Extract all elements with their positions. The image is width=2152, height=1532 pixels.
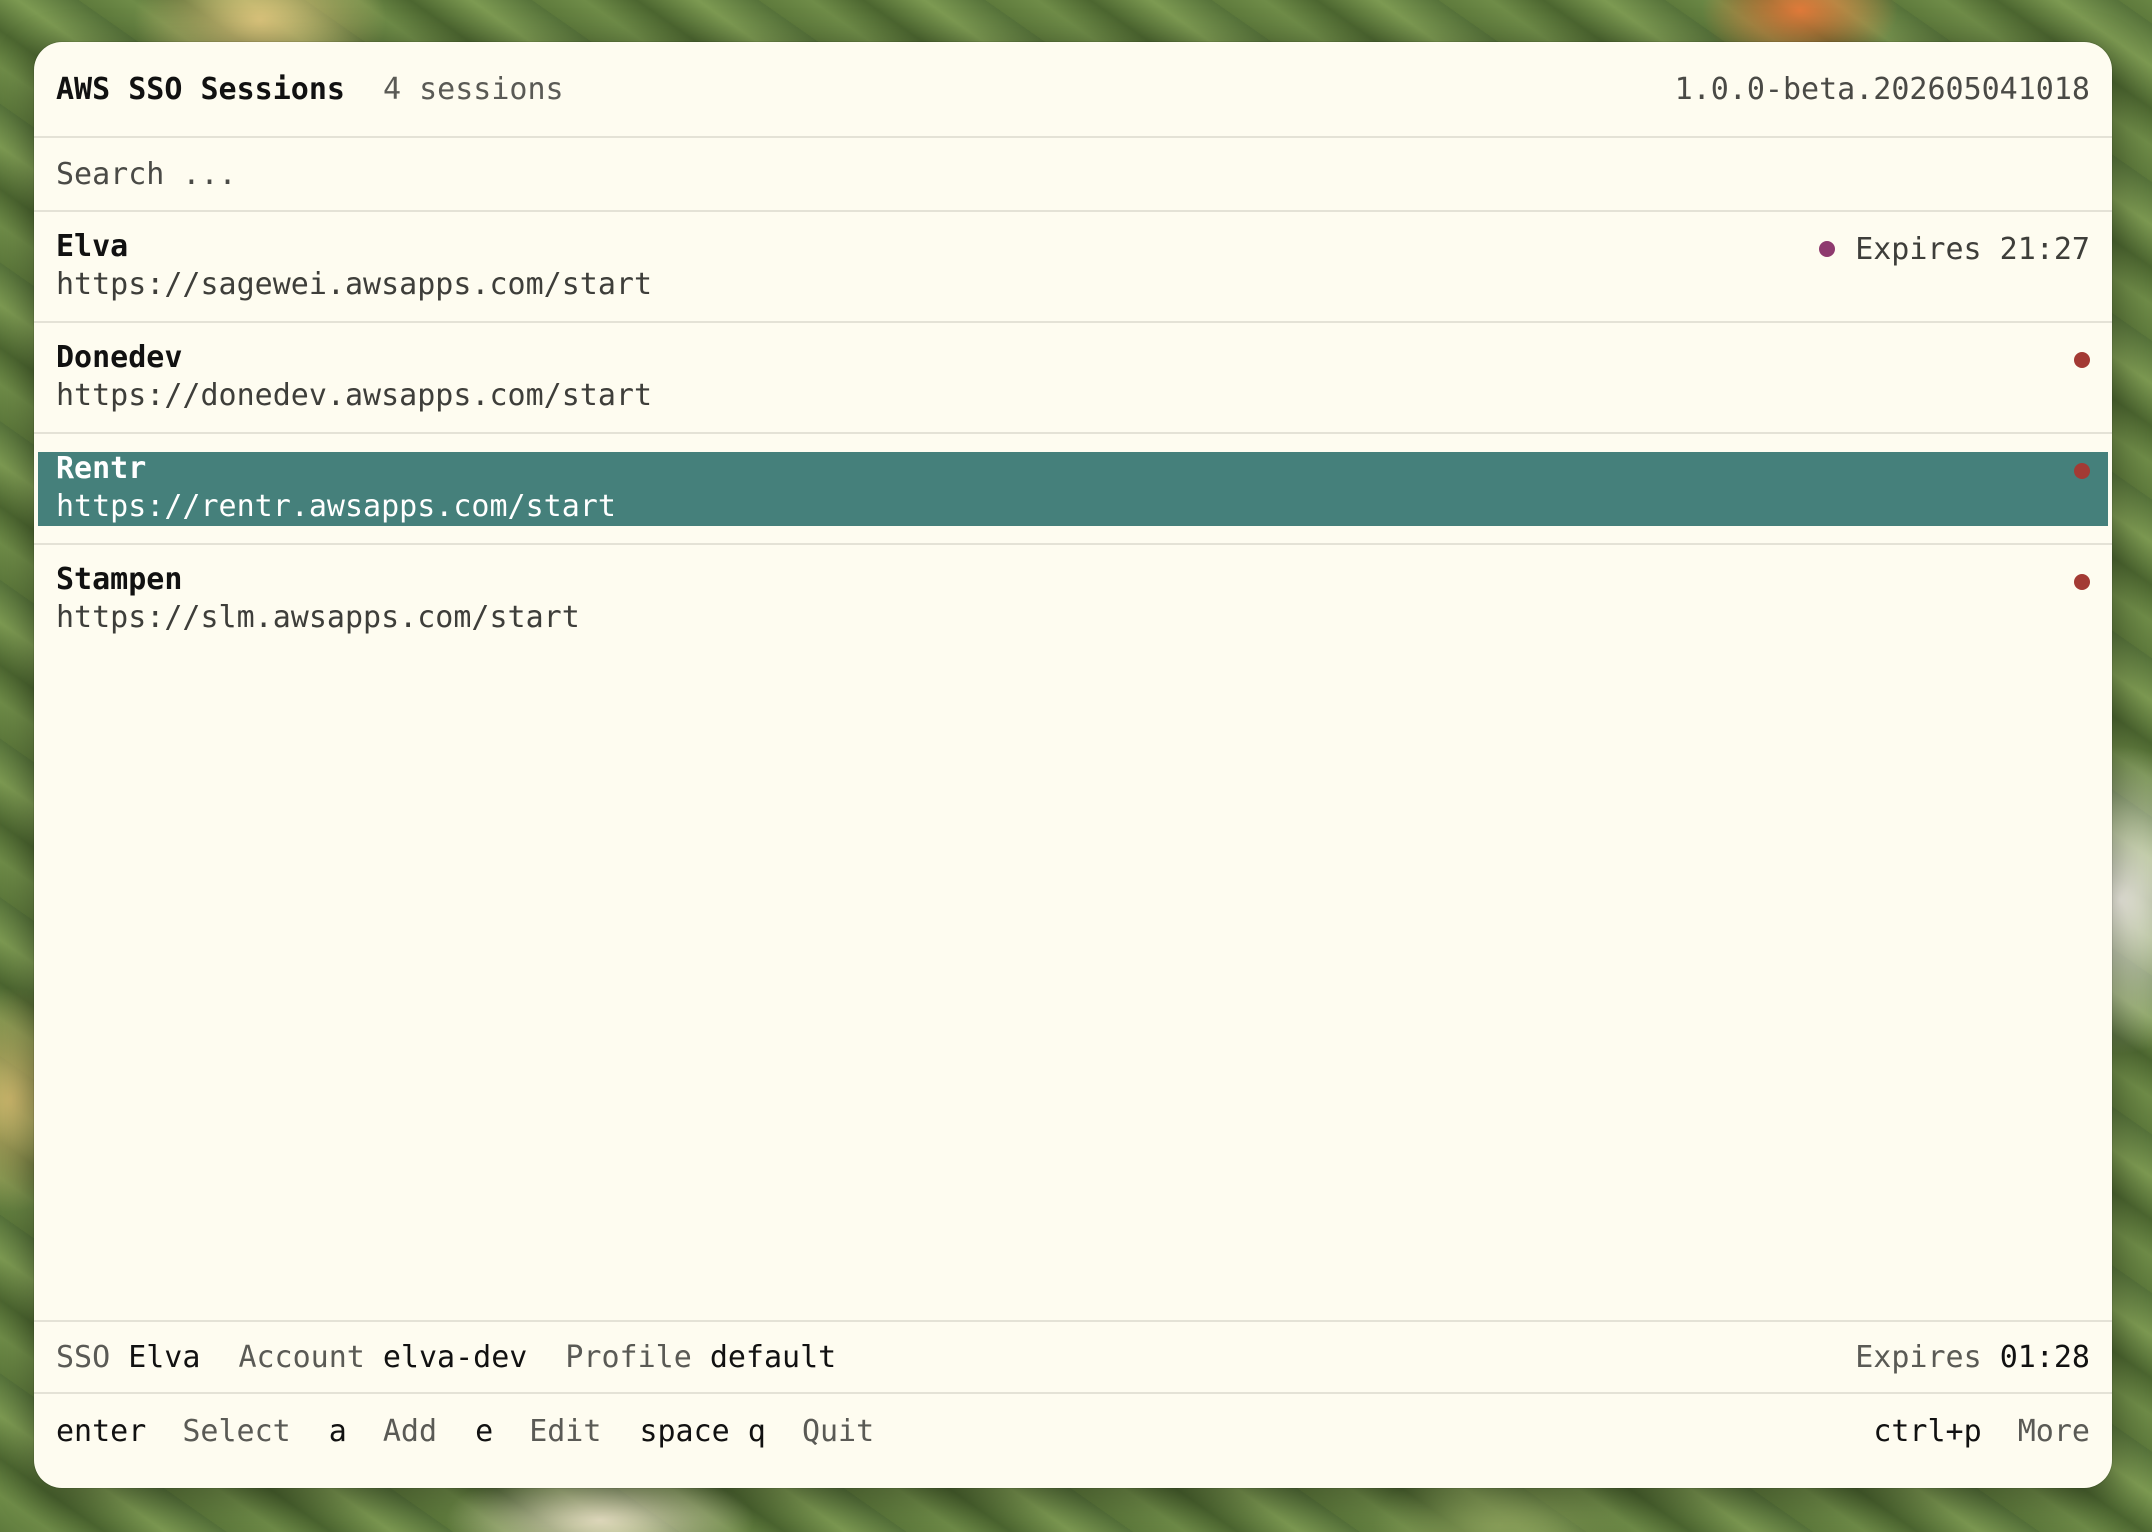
version-label: 1.0.0-beta.202605041018 — [1674, 71, 2090, 107]
shortcut-action: Edit — [529, 1413, 602, 1449]
shortcut-action: Quit — [801, 1413, 875, 1449]
search-bar — [34, 138, 2112, 212]
profile-value: default — [709, 1339, 837, 1375]
shortcut-more[interactable]: ctrl+p More — [1873, 1414, 2090, 1449]
session-name: Stampen — [56, 562, 183, 597]
app-window: AWS SSO Sessions 4 sessions 1.0.0-beta.2… — [34, 42, 2112, 1488]
shortcut-key: a — [328, 1413, 347, 1449]
session-row-content: Elva https://sagewei.awsapps.com/start E… — [38, 229, 2108, 304]
shortcut-bar: enter Select a Add e Edit space q Quit c… — [34, 1394, 2112, 1468]
session-expires: Expires 21:27 — [1855, 231, 2090, 267]
session-status: Expires 21:27 — [1819, 230, 2090, 268]
shortcut-key: space q — [639, 1413, 766, 1449]
shortcut-quit[interactable]: space q Quit — [639, 1414, 874, 1449]
shortcut-action: Add — [382, 1413, 438, 1449]
session-status — [2074, 563, 2090, 601]
session-row-content: Donedev https://donedev.awsapps.com/star… — [38, 340, 2108, 415]
shortcut-key: ctrl+p — [1873, 1413, 1982, 1449]
session-name: Donedev — [56, 340, 183, 375]
shortcut-key: enter — [56, 1413, 147, 1449]
shortcut-edit[interactable]: e Edit — [475, 1414, 601, 1449]
session-row-rentr[interactable]: Rentr https://rentr.awsapps.com/start — [34, 434, 2112, 545]
shortcut-key: e — [475, 1413, 494, 1449]
shortcut-action: More — [2017, 1413, 2090, 1449]
profile-label: Profile — [565, 1339, 692, 1375]
sso-value: Elva — [128, 1339, 201, 1375]
session-status — [2074, 452, 2090, 490]
status-dot-icon — [2074, 574, 2090, 590]
sso-label: SSO — [56, 1339, 111, 1375]
session-name: Elva — [56, 229, 129, 264]
status-dot-icon — [2074, 352, 2090, 368]
shortcut-add[interactable]: a Add — [329, 1414, 437, 1449]
session-url: https://donedev.awsapps.com/start — [56, 378, 653, 413]
search-input[interactable] — [56, 156, 2090, 192]
status-dot-icon — [1819, 241, 1836, 257]
session-row-stampen[interactable]: Stampen https://slm.awsapps.com/start — [34, 545, 2112, 656]
session-row-content: Stampen https://slm.awsapps.com/start — [38, 562, 2108, 637]
account-label: Account — [238, 1339, 365, 1375]
status-bar: SSO Elva Account elva-dev Profile defaul… — [34, 1320, 2112, 1394]
header-bar: AWS SSO Sessions 4 sessions 1.0.0-beta.2… — [34, 42, 2112, 138]
session-url: https://rentr.awsapps.com/start — [56, 489, 616, 524]
app-title: AWS SSO Sessions — [56, 71, 345, 107]
session-status — [2074, 341, 2090, 379]
shortcut-select[interactable]: enter Select — [56, 1414, 291, 1449]
session-url: https://slm.awsapps.com/start — [56, 600, 580, 635]
status-dot-icon — [2074, 463, 2090, 479]
session-list: Elva https://sagewei.awsapps.com/start E… — [34, 212, 2112, 656]
expires-label: Expires — [1855, 1339, 1982, 1375]
session-row-content: Rentr https://rentr.awsapps.com/start — [38, 451, 2108, 526]
shortcut-action: Select — [182, 1413, 291, 1449]
session-row-donedev[interactable]: Donedev https://donedev.awsapps.com/star… — [34, 323, 2112, 434]
account-value: elva-dev — [382, 1339, 528, 1375]
session-row-elva[interactable]: Elva https://sagewei.awsapps.com/start E… — [34, 212, 2112, 323]
expires-value: 01:28 — [1999, 1339, 2090, 1375]
session-url: https://sagewei.awsapps.com/start — [56, 267, 653, 302]
session-count: 4 sessions — [382, 71, 564, 107]
session-name: Rentr — [56, 451, 147, 486]
